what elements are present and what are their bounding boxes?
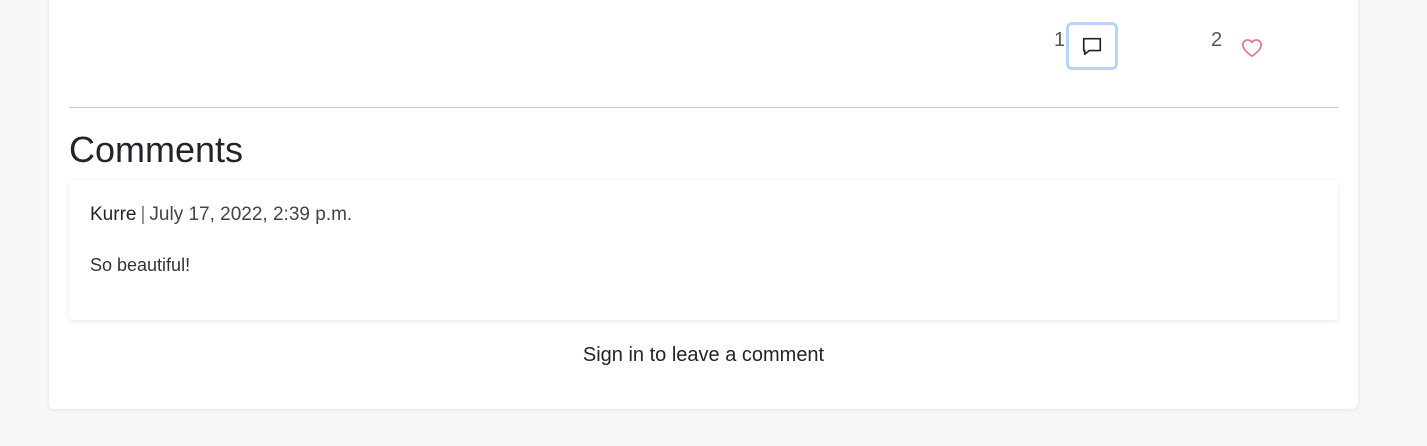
like-button[interactable]	[1240, 36, 1264, 60]
post-card: 1 2 Comments Kurre | July 17, 2022, 2:39 p…	[49, 0, 1358, 409]
heart-outline-icon	[1242, 39, 1262, 57]
comment-button[interactable]	[1066, 22, 1118, 70]
comment-author: Kurre	[90, 204, 137, 225]
comment-body: So beautiful!	[90, 255, 191, 275]
chat-bubble-icon	[1082, 37, 1102, 56]
comment-count: 1	[1054, 29, 1066, 51]
comment-date: July 17, 2022, 2:39 p.m.	[149, 204, 353, 225]
meta-separator: |	[140, 204, 146, 225]
comment-card: Kurre | July 17, 2022, 2:39 p.m. So beauti…	[69, 180, 1338, 320]
section-divider	[69, 107, 1338, 108]
like-count: 2	[1211, 29, 1223, 51]
post-stats: 1 2	[49, 6, 1358, 70]
comments-heading: Comments	[69, 129, 244, 170]
comment-meta: Kurre | July 17, 2022, 2:39 p.m.	[90, 204, 352, 226]
sign-in-link[interactable]: Sign in to leave a comment	[49, 344, 1358, 367]
